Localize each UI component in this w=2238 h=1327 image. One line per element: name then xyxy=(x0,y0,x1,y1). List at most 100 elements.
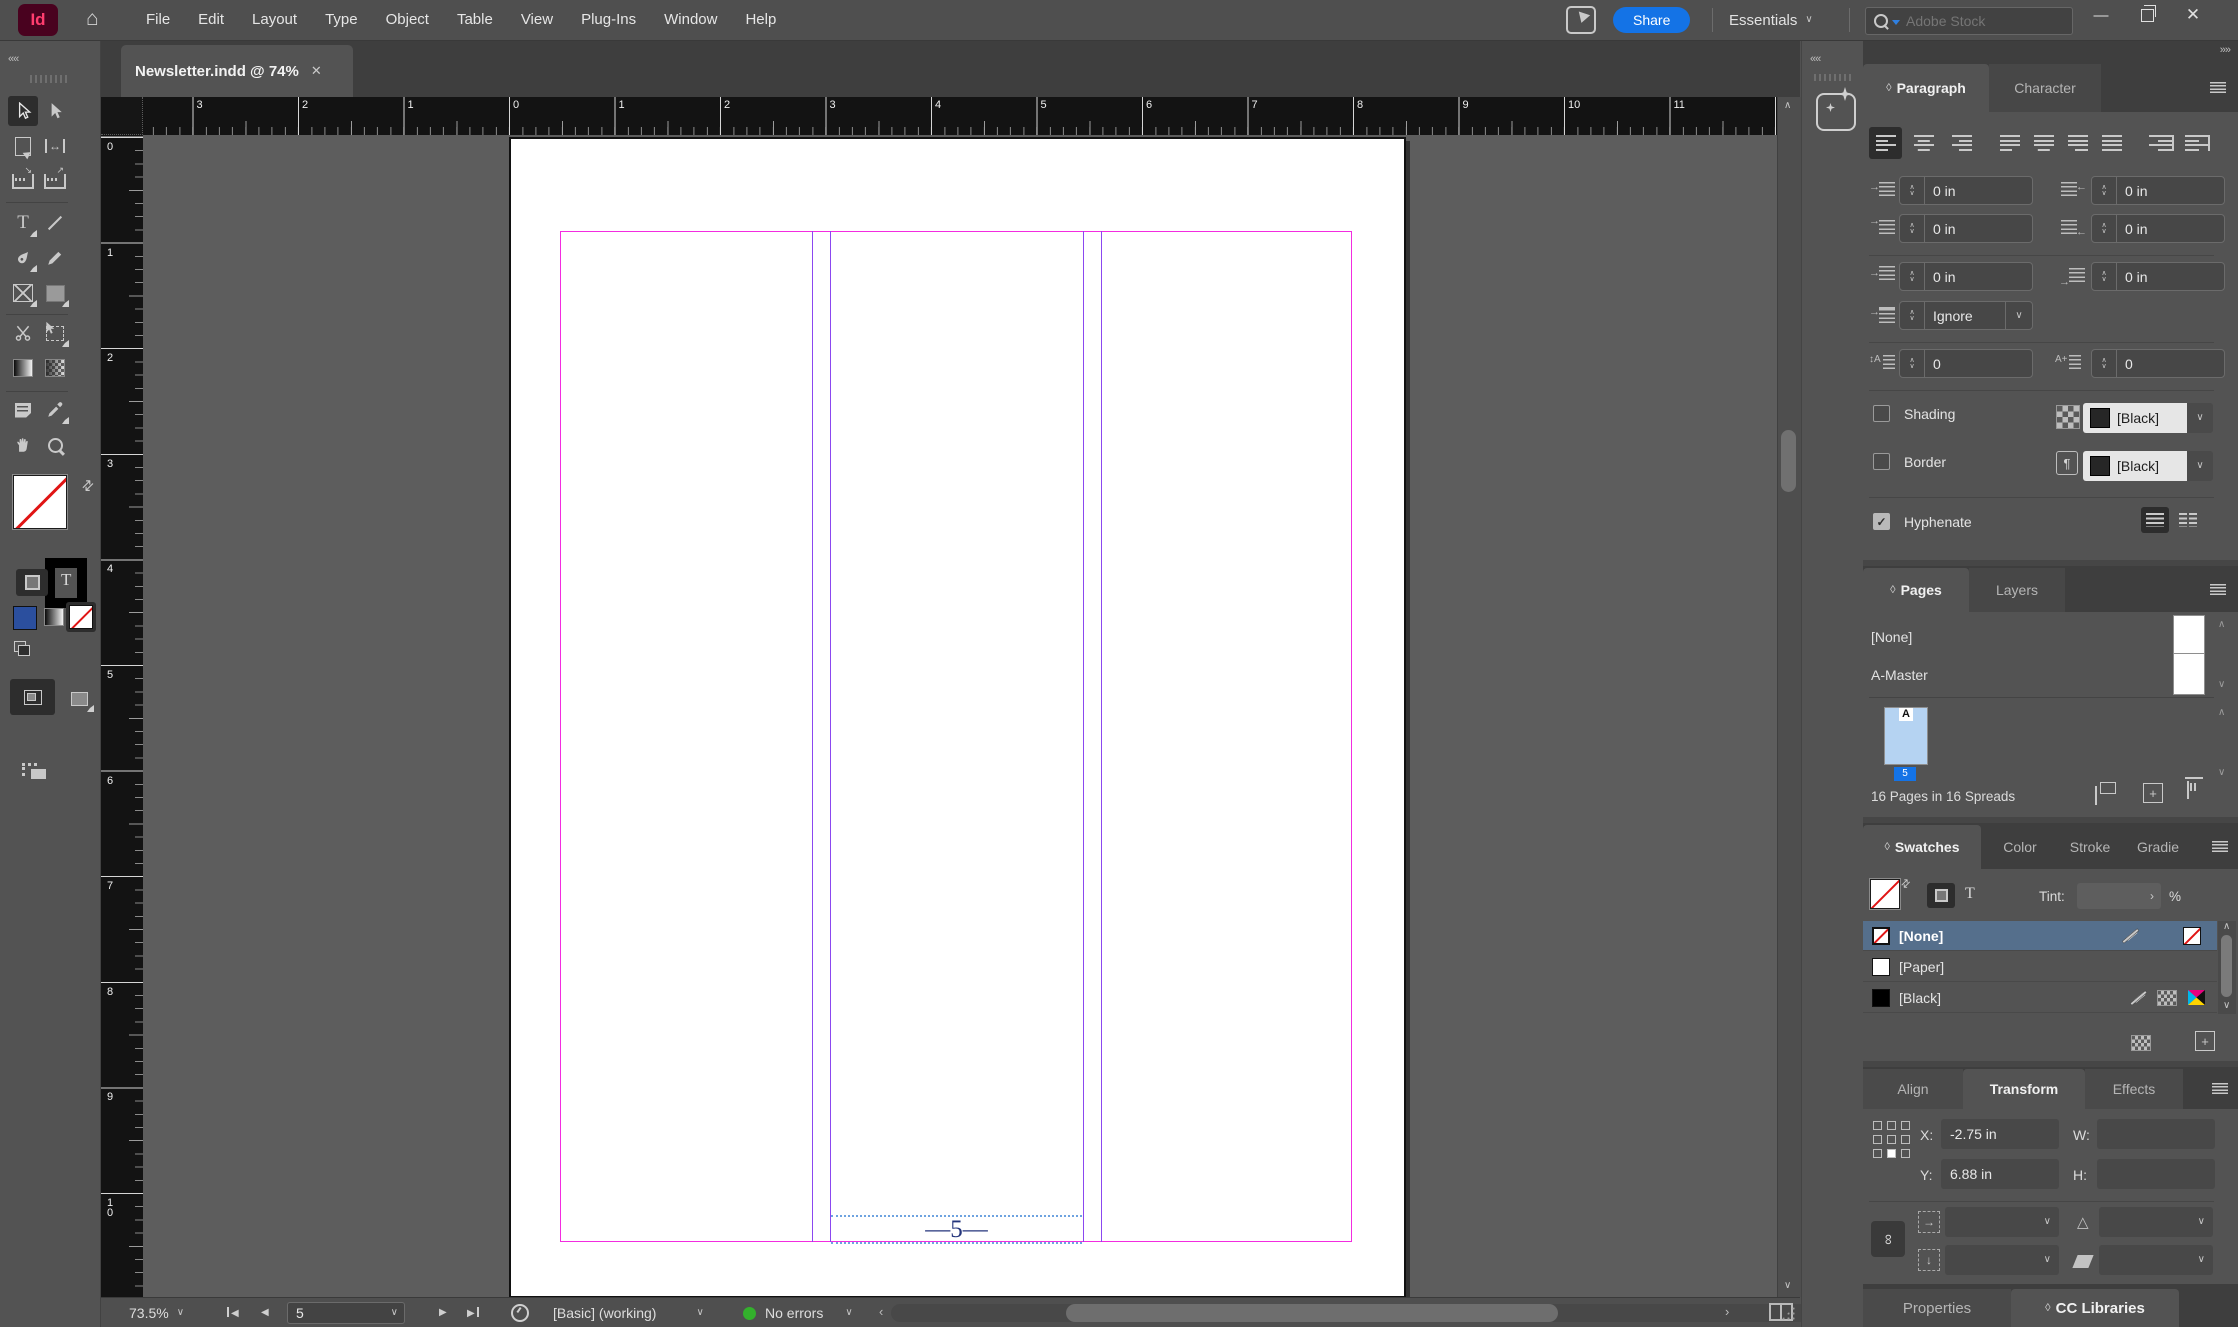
screen-mode-normal-button[interactable] xyxy=(10,679,55,715)
formatting-affects-text-button[interactable]: T xyxy=(61,570,71,590)
horizontal-scrollbar[interactable] xyxy=(891,1304,1831,1322)
drop-cap-lines-field[interactable]: ∧ ∨ 0 xyxy=(1899,349,2033,378)
collapse-dock-icon[interactable]: «« xyxy=(1810,53,1821,65)
scissors-tool[interactable] xyxy=(8,318,38,348)
tab-stroke[interactable]: Stroke xyxy=(2055,825,2125,869)
drop-cap-chars-field[interactable]: ∧ ∨ 0 xyxy=(2091,349,2225,378)
page[interactable]: —5— xyxy=(509,137,1406,1297)
type-tool[interactable]: T xyxy=(8,208,38,238)
align-left-button[interactable] xyxy=(1869,127,1902,159)
right-indent-field[interactable]: ∧ ∨ 0 in xyxy=(2091,176,2225,205)
close-tab-icon[interactable]: ✕ xyxy=(311,63,322,79)
search-input[interactable] xyxy=(1904,12,2028,30)
tab-paragraph[interactable]: ◊ Paragraph xyxy=(1863,64,1989,112)
footer-text-frame[interactable]: —5— xyxy=(831,1215,1082,1244)
reference-point-proxy[interactable] xyxy=(1873,1121,1910,1158)
h-ruler[interactable]: 3 2 1 0 1 2 3 4 5 6 7 8 9 10 11 xyxy=(143,97,1777,135)
delete-page-icon[interactable] xyxy=(2187,781,2189,799)
tint-field[interactable]: › xyxy=(2077,883,2161,909)
scale-x-dropdown[interactable]: ∨ xyxy=(1945,1207,2059,1237)
panel-menu-icon[interactable] xyxy=(2212,841,2228,852)
panel-menu-icon[interactable] xyxy=(2210,584,2226,595)
home-icon[interactable]: ⌂ xyxy=(86,7,99,31)
apply-none-button[interactable] xyxy=(66,602,96,632)
swatches-scrollbar[interactable]: ∧ ∨ xyxy=(2218,921,2236,1014)
align-right-button[interactable] xyxy=(1945,127,1978,159)
first-line-indent-field[interactable]: ∧ ∨ 0 in xyxy=(1899,214,2033,243)
swatch-row-paper[interactable]: [Paper] xyxy=(1863,952,2217,982)
menu-item-edit[interactable]: Edit xyxy=(184,0,238,40)
content-collector-tool[interactable]: ↘ xyxy=(8,165,38,196)
menu-item-plugins[interactable]: Plug-Ins xyxy=(567,0,650,40)
space-after-field[interactable]: ∧ ∨ 0 in xyxy=(2091,262,2225,291)
swatch-row-none[interactable]: [None] xyxy=(1863,921,2217,951)
panel-menu-icon[interactable] xyxy=(2212,1083,2228,1094)
tab-cc-libraries[interactable]: ◊ CC Libraries xyxy=(2011,1289,2179,1327)
content-placer-tool[interactable]: ↗ xyxy=(40,165,70,196)
panel-menu-icon[interactable] xyxy=(2210,82,2226,93)
swatch-row-black[interactable]: [Black] xyxy=(1863,983,2217,1013)
new-swatch-icon[interactable]: + xyxy=(2195,1031,2215,1051)
page-number-input[interactable] xyxy=(294,1304,378,1322)
scroll-down-icon[interactable]: ∨ xyxy=(2218,679,2225,690)
shading-settings-icon[interactable] xyxy=(2056,405,2080,429)
frame-grid-icon[interactable] xyxy=(22,763,46,779)
menu-item-view[interactable]: View xyxy=(507,0,567,40)
space-before-field[interactable]: ∧ ∨ 0 in xyxy=(1899,262,2033,291)
zoom-tool[interactable] xyxy=(40,430,70,460)
border-checkbox[interactable] xyxy=(1873,453,1890,470)
left-indent-field[interactable]: ∧ ∨ 0 in xyxy=(1899,176,2033,205)
align-away-from-spine-button[interactable] xyxy=(2181,127,2214,159)
menu-item-layout[interactable]: Layout xyxy=(238,0,311,40)
collapse-toolbar-icon[interactable]: «« xyxy=(8,53,19,65)
previous-page-button[interactable]: ◀ xyxy=(261,1307,269,1318)
scale-y-dropdown[interactable]: ∨ xyxy=(1945,1245,2059,1275)
container-format-button[interactable] xyxy=(1927,883,1955,908)
first-page-button[interactable]: ◀ xyxy=(227,1307,239,1319)
hand-tool[interactable] xyxy=(8,430,38,460)
zoom-level-control[interactable]: 73.5% ∨ xyxy=(129,1298,184,1327)
master-amaster-thumbnail[interactable] xyxy=(2173,653,2205,695)
text-format-button[interactable]: T xyxy=(1965,885,1975,903)
last-page-button[interactable]: ▶ xyxy=(467,1307,479,1319)
tab-properties[interactable]: Properties xyxy=(1863,1289,2011,1327)
free-transform-tool[interactable] xyxy=(40,318,70,348)
shading-color-field[interactable]: [Black] xyxy=(2083,403,2187,433)
scroll-up-icon[interactable]: ∧ xyxy=(1784,101,1791,111)
span-columns-icon[interactable] xyxy=(2141,507,2169,533)
swatch-views-icon[interactable] xyxy=(2131,1035,2151,1051)
x-position-field[interactable]: -2.75 in xyxy=(1941,1119,2059,1149)
tab-swatches[interactable]: ◊ Swatches xyxy=(1863,825,1981,869)
justify-center-button[interactable] xyxy=(2027,127,2060,159)
horizontal-scroll-thumb[interactable] xyxy=(1066,1304,1558,1322)
scroll-up-icon[interactable]: ∧ xyxy=(2218,619,2225,630)
mini-fill-swatch[interactable] xyxy=(1869,878,1901,910)
menu-item-object[interactable]: Object xyxy=(372,0,443,40)
direct-selection-tool[interactable] xyxy=(40,96,70,126)
v-ruler[interactable]: 0 1 2 3 4 5 6 7 8 9 10 xyxy=(101,135,143,1297)
justify-all-button[interactable] xyxy=(2095,127,2128,159)
tab-character[interactable]: Character xyxy=(1989,64,2101,112)
swap-fill-stroke-icon[interactable]: ⇄ xyxy=(78,475,98,495)
scroll-down-icon[interactable]: ∨ xyxy=(2218,767,2225,778)
tab-align[interactable]: Align xyxy=(1863,1069,1963,1109)
tab-transform[interactable]: Transform xyxy=(1963,1069,2085,1109)
menu-item-window[interactable]: Window xyxy=(650,0,731,40)
tab-gradient[interactable]: Gradie xyxy=(2125,825,2191,869)
align-toward-spine-button[interactable] xyxy=(2145,127,2178,159)
constrain-proportions-button[interactable]: ∞ xyxy=(1871,1221,1905,1257)
border-color-field[interactable]: [Black] xyxy=(2083,451,2187,481)
minimize-button[interactable]: — xyxy=(2078,0,2124,30)
tab-effects[interactable]: Effects xyxy=(2085,1069,2183,1109)
split-columns-icon[interactable] xyxy=(2179,513,2197,527)
gradient-feather-tool[interactable] xyxy=(40,353,70,383)
justify-right-button[interactable] xyxy=(2061,127,2094,159)
height-field[interactable] xyxy=(2097,1159,2215,1189)
edit-page-size-icon[interactable] xyxy=(2095,786,2097,805)
eyedropper-tool[interactable] xyxy=(40,395,70,425)
menu-item-table[interactable]: Table xyxy=(443,0,507,40)
hyphenate-checkbox[interactable]: ✓ xyxy=(1873,513,1890,530)
swatches-scroll-thumb[interactable] xyxy=(2221,935,2232,997)
align-center-button[interactable] xyxy=(1907,127,1940,159)
default-fill-stroke-icon[interactable] xyxy=(14,641,30,656)
